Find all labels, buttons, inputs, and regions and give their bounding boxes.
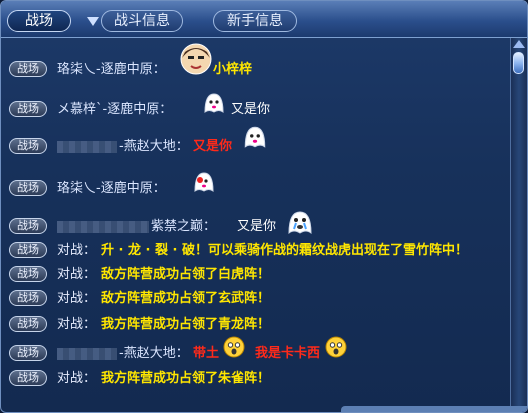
tab-newbie-info[interactable]: 新手信息 bbox=[213, 10, 297, 32]
crying-emote-icon bbox=[288, 211, 312, 235]
sender-name[interactable]: 紫禁之巅： bbox=[57, 217, 216, 237]
sender-server: -燕赵大地： bbox=[119, 139, 189, 154]
chat-scrollbar[interactable] bbox=[510, 38, 527, 412]
message-text: 小梓梓 bbox=[213, 62, 253, 77]
message-text-2: 我是卡卡西 bbox=[255, 346, 321, 361]
sender-name[interactable]: 珞柒乀-逐鹿中原： bbox=[57, 179, 166, 199]
message-text: 敌方阵营成功占领了白虎阵！ bbox=[101, 267, 271, 282]
message-label: 对战： bbox=[57, 267, 97, 282]
message-label: 对战： bbox=[57, 243, 97, 258]
message-label: 对战： bbox=[57, 371, 97, 386]
channel-badge[interactable]: 战场 bbox=[9, 61, 47, 77]
channel-badge[interactable]: 战场 bbox=[9, 138, 47, 154]
chat-message: 战场 -燕赵大地： 又是你 bbox=[1, 126, 513, 157]
message-text: 又是你 bbox=[193, 139, 233, 154]
chat-message: 战场 对战： 敌方阵营成功占领了玄武阵！ bbox=[1, 289, 513, 309]
message-text: 升 · 龙 · 裂 · 破！可以乘骑作战的霜纹战虎出现在了雪竹阵中！ bbox=[101, 243, 468, 258]
message-text: 我方阵营成功占领了朱雀阵！ bbox=[101, 371, 271, 386]
chat-message: 战场 对战： 敌方阵营成功占领了白虎阵！ bbox=[1, 265, 513, 285]
channel-badge[interactable]: 战场 bbox=[9, 101, 47, 117]
message-text: 我方阵营成功占领了青龙阵！ bbox=[101, 317, 271, 332]
chat-message: 战场 对战： 升 · 龙 · 裂 · 破！可以乘骑作战的霜纹战虎出现在了雪竹阵中… bbox=[1, 241, 513, 261]
blurred-name bbox=[57, 347, 117, 360]
channel-badge[interactable]: 战场 bbox=[9, 370, 47, 386]
sender-server: -燕赵大地： bbox=[119, 346, 189, 361]
channel-dropdown-arrow-icon[interactable] bbox=[87, 17, 99, 26]
battlefield-chat-window: 战场 战斗信息 新手信息 战场 珞柒乀-逐鹿中原： 小梓梓 战场 メ慕梓`-逐鹿… bbox=[0, 0, 528, 413]
channel-badge[interactable]: 战场 bbox=[9, 316, 47, 332]
chat-message: 战场 -燕赵大地： 带土 我是卡卡西 bbox=[1, 336, 513, 364]
scrollbar-thumb[interactable] bbox=[513, 52, 524, 74]
channel-badge[interactable]: 战场 bbox=[9, 290, 47, 306]
message-label: 对战： bbox=[57, 291, 97, 306]
sender-name[interactable]: -燕赵大地： bbox=[57, 344, 189, 364]
message-text: 带土 bbox=[193, 346, 220, 361]
channel-badge[interactable]: 战场 bbox=[9, 180, 47, 196]
scroll-up-arrow-icon[interactable] bbox=[513, 40, 525, 48]
chat-message: 战场 紫禁之巅： 又是你 bbox=[1, 211, 513, 237]
channel-badge[interactable]: 战场 bbox=[9, 345, 47, 361]
shocked-emote-icon bbox=[223, 336, 245, 358]
chat-message-list: 战场 珞柒乀-逐鹿中原： 小梓梓 战场 メ慕梓`-逐鹿中原： 又是你 战场 -燕… bbox=[1, 38, 513, 412]
chat-message: 战场 对战： 我方阵营成功占领了朱雀阵！ bbox=[1, 369, 513, 389]
ghost-emote-icon bbox=[244, 126, 266, 148]
chat-tab-bar: 战场 战斗信息 新手信息 bbox=[1, 1, 527, 38]
message-text: 又是你 bbox=[231, 102, 271, 117]
channel-badge[interactable]: 战场 bbox=[9, 242, 47, 258]
sender-name[interactable]: -燕赵大地： bbox=[57, 137, 189, 157]
tab-battle-info[interactable]: 战斗信息 bbox=[101, 10, 183, 32]
sender-name[interactable]: メ慕梓`-逐鹿中原： bbox=[57, 100, 172, 120]
shocked-emote-icon bbox=[325, 336, 347, 358]
bottom-frame-edge bbox=[341, 406, 527, 412]
channel-badge[interactable]: 战场 bbox=[9, 266, 47, 282]
ghost-red-emote-icon bbox=[194, 172, 214, 192]
chat-message: 战场 对战： 我方阵营成功占领了青龙阵！ bbox=[1, 315, 513, 335]
tab-battlefield[interactable]: 战场 bbox=[7, 10, 71, 32]
ghost-emote-icon bbox=[204, 93, 224, 113]
chat-message: 战场 メ慕梓`-逐鹿中原： 又是你 bbox=[1, 93, 513, 120]
sender-server: 紫禁之巅： bbox=[151, 219, 217, 234]
sender-name[interactable]: 珞柒乀-逐鹿中原： bbox=[57, 60, 166, 80]
message-text: 敌方阵营成功占领了玄武阵！ bbox=[101, 291, 271, 306]
message-text: 又是你 bbox=[237, 219, 277, 234]
blurred-name bbox=[57, 140, 117, 153]
message-label: 对战： bbox=[57, 317, 97, 332]
face-emote-icon bbox=[180, 43, 212, 75]
chat-message: 战场 珞柒乀-逐鹿中原： bbox=[1, 172, 513, 199]
chat-message: 战场 珞柒乀-逐鹿中原： 小梓梓 bbox=[1, 43, 513, 80]
blurred-name bbox=[57, 220, 149, 233]
channel-badge[interactable]: 战场 bbox=[9, 218, 47, 234]
